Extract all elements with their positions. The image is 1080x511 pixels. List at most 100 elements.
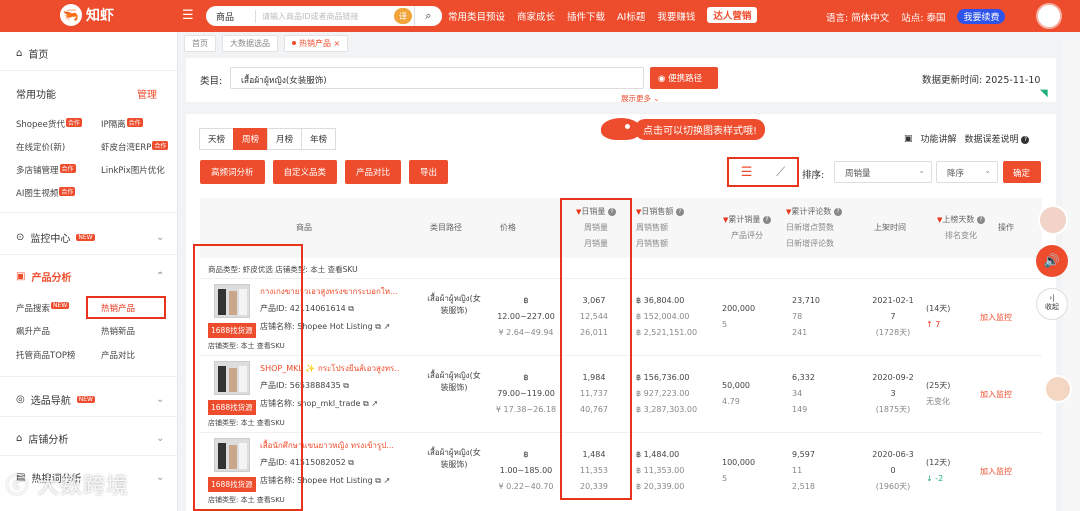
sidebar-item-top-list[interactable]: 托管商品TOP榜 xyxy=(16,349,76,361)
sidebar-item-product-analysis[interactable]: ▣ 产品分析 ⌃ xyxy=(16,269,164,284)
tab-week[interactable]: 周榜 xyxy=(233,128,269,150)
search-input[interactable]: 请输入商品ID或者商品链接 xyxy=(256,11,394,22)
revenue-cell: ฿ 36,804.00 ฿ 152,004.00 ฿ 2,521,151.00 xyxy=(636,296,698,337)
copy-icon[interactable]: ⧉ xyxy=(375,322,381,331)
nav-merchant-growth[interactable]: 商家成长 xyxy=(517,9,555,23)
scrollbar[interactable] xyxy=(1063,40,1080,511)
shortcut-path-button[interactable]: ◉ 便携路径 xyxy=(650,67,718,89)
chevron-down-icon: ⌄ xyxy=(156,433,165,444)
copy-icon[interactable]: ⧉ xyxy=(375,476,381,485)
export-button[interactable]: 导出 xyxy=(409,160,449,184)
tab-hot-products[interactable]: 热销产品 × xyxy=(284,34,349,52)
sidebar-item-taiwan-erp[interactable]: 虾皮台湾ERP 合作 xyxy=(101,141,169,153)
external-link-icon[interactable]: ↗ xyxy=(384,476,391,485)
col-rank[interactable]: ▼上榜天数 ? 排名变化 xyxy=(926,212,996,244)
assistant-avatar[interactable] xyxy=(1038,205,1068,235)
update-time: 数据更新时间: 2025-11-10 xyxy=(922,75,1041,86)
tab-day[interactable]: 天榜 xyxy=(199,128,235,150)
compare-button[interactable]: 产品对比 xyxy=(345,160,402,184)
box-icon: ▣ xyxy=(16,271,26,282)
nav-earn-money[interactable]: 我要赚钱 xyxy=(657,9,695,23)
external-link-icon[interactable]: ↗ xyxy=(371,399,378,408)
copy-icon[interactable]: ⧉ xyxy=(348,304,354,313)
help-links: ▣ 功能讲解 数据误差说明 ? xyxy=(904,132,1030,145)
tab-home[interactable]: 首页 xyxy=(184,34,216,52)
compass-icon: ◎ xyxy=(16,394,25,405)
sidebar-item-product-search[interactable]: 产品搜索 NEW xyxy=(16,302,70,314)
copy-icon[interactable]: ⧉ xyxy=(363,399,369,408)
sidebar-item-ai-video[interactable]: AI图生视频 合作 xyxy=(16,187,76,199)
sidebar-item-label: 首页 xyxy=(28,50,49,61)
add-monitor-link[interactable]: 加入监控 xyxy=(980,312,1012,323)
common-functions-label: 常用功能 xyxy=(16,90,56,101)
language-select[interactable]: 语言: 简体中文 xyxy=(826,10,889,24)
renew-button[interactable]: 我要续费 xyxy=(957,9,1006,24)
influencer-marketing-button[interactable]: 达人营销 xyxy=(707,7,758,23)
sidebar-item-shopee-forwarder[interactable]: Shopee货代 合作 xyxy=(16,118,82,130)
revenue-cell: ฿ 156,736.00 ฿ 927,223.00 ฿ 3,287,303.00 xyxy=(636,373,698,414)
sidebar-item-hot-products[interactable]: 热销产品 xyxy=(86,296,166,319)
sidebar-item-ip-isolation[interactable]: IP隔离 合作 xyxy=(101,118,143,130)
sidebar-item-monitor[interactable]: ⊙ 监控中心 NEW ⌄ xyxy=(16,230,164,245)
external-link-icon[interactable]: ↗ xyxy=(384,322,391,331)
sort-select[interactable]: 周销量 ⌄ xyxy=(834,161,932,183)
confirm-button[interactable]: 确定 xyxy=(1003,161,1041,183)
add-monitor-link[interactable]: 加入监控 xyxy=(980,389,1012,400)
manage-link[interactable]: 管理 xyxy=(137,86,157,101)
search-icon[interactable]: ⌕ xyxy=(414,6,442,26)
logo[interactable]: 🦐 知虾 xyxy=(60,4,114,26)
add-monitor-link[interactable]: 加入监控 xyxy=(980,466,1012,477)
menu-toggle-icon[interactable]: ☰ xyxy=(182,8,194,23)
col-total-sales[interactable]: ▼累计销量 ? 产品评分 xyxy=(712,212,782,244)
sidebar-item-label: 店铺分析 xyxy=(28,435,69,446)
chart-tip: 点击可以切换图表样式哦! xyxy=(601,118,766,140)
chevron-up-icon: ⌃ xyxy=(156,271,165,282)
sidebar-item-product-compare[interactable]: 产品对比 xyxy=(101,349,135,361)
category-input[interactable]: เสื้อผ้าผู้หญิง(女装服饰) xyxy=(230,67,644,89)
feature-explain-link[interactable]: 功能讲解 xyxy=(921,132,957,145)
search-type-select[interactable]: 商品 xyxy=(206,9,256,23)
sidebar: ⌂ 首页 常用功能 管理 Shopee货代 合作 IP隔离 合作 在线定价(新) 虾皮… xyxy=(0,32,178,511)
nav-plugin-download[interactable]: 插件下载 xyxy=(567,9,605,23)
close-icon[interactable]: × xyxy=(334,39,341,48)
custom-category-button[interactable]: 自定义品类 xyxy=(272,160,338,184)
sidebar-item-online-pricing[interactable]: 在线定价(新) xyxy=(16,141,65,153)
sort-label: 排序: xyxy=(802,170,825,181)
error-note-link[interactable]: 数据误差说明 ? xyxy=(965,132,1030,145)
site-select[interactable]: 站点: 泰国 xyxy=(901,10,945,24)
location-icon: ⊙ xyxy=(16,232,25,243)
sidebar-item-home[interactable]: ⌂ 首页 xyxy=(16,46,48,61)
sidebar-item-shop-analysis[interactable]: ⌂ 店铺分析 ⌄ xyxy=(16,431,164,446)
chart-view-icon[interactable]: ⟋ xyxy=(776,165,785,180)
sidebar-item-label: 监控中心 xyxy=(30,234,71,245)
collapse-button[interactable]: ›| 收起 xyxy=(1036,288,1068,320)
order-select[interactable]: 降序 ⌄ xyxy=(936,161,998,183)
sidebar-item-new-hot[interactable]: 热销新品 xyxy=(101,325,135,337)
copy-icon[interactable]: ⧉ xyxy=(343,381,349,390)
nav-category-preset[interactable]: 常用类目预设 xyxy=(448,9,505,23)
keyword-analysis-button[interactable]: 高频词分析 xyxy=(200,160,265,184)
listed-cell: 2021-02-1 7 (1728天) xyxy=(872,296,914,337)
top-bar: 🦐 知虾 ☰ 商品 请输入商品ID或者商品链接 译 ⌕ 常用类目预设 商家成长 插… xyxy=(0,0,1080,32)
translate-toggle[interactable]: 译 xyxy=(394,8,412,24)
rank-cell: (12天) ↓ -2 xyxy=(926,458,951,483)
col-reviews[interactable]: ▼累计评论数 ? 日新增点赞数 日新增评论数 xyxy=(786,204,872,252)
list-view-icon[interactable]: ☰ xyxy=(741,165,753,180)
show-more-link[interactable]: 展示更多 ⌄ xyxy=(621,93,660,104)
sidebar-item-rising-products[interactable]: 飙升产品 xyxy=(16,325,50,337)
main-panel: 天榜 周榜 月榜 年榜 高频词分析 自定义品类 产品对比 导出 点击可以切换图表… xyxy=(186,114,1056,511)
video-icon: ▣ xyxy=(904,133,913,144)
tab-month[interactable]: 月榜 xyxy=(267,128,303,150)
sidebar-item-multi-store[interactable]: 多店铺管理 合作 xyxy=(16,164,76,176)
speaker-icon[interactable]: 🔊 xyxy=(1036,245,1068,277)
col-revenue[interactable]: ▼日销售额 ? 周销售额 月销售额 xyxy=(636,204,716,252)
rank-cell: (25天) 无变化 xyxy=(926,381,951,406)
copy-icon[interactable]: ⧉ xyxy=(348,458,354,467)
sidebar-item-linkpix[interactable]: LinkPix图片优化 xyxy=(101,164,165,176)
tab-year[interactable]: 年榜 xyxy=(301,128,337,150)
nav-ai-title[interactable]: AI标题 xyxy=(617,9,645,23)
user-avatar[interactable] xyxy=(1036,3,1062,29)
tab-big-data[interactable]: 大数据选品 xyxy=(222,34,278,52)
support-avatar[interactable] xyxy=(1044,375,1072,403)
sidebar-item-selection-nav[interactable]: ◎ 选品导航 NEW ⌄ xyxy=(16,392,164,407)
